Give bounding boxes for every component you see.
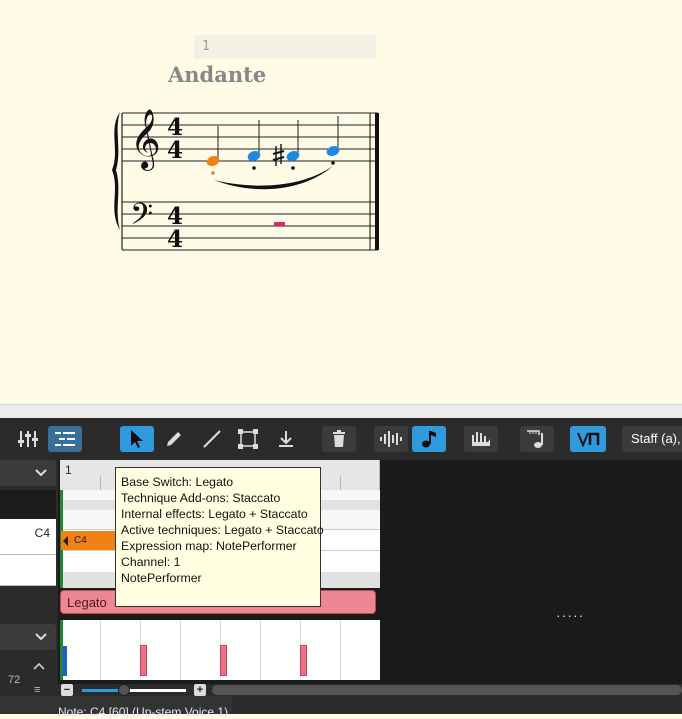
quantize-button[interactable]: [272, 426, 300, 452]
chevron-down-icon: [35, 633, 47, 641]
note-start-marker-icon: [63, 536, 68, 546]
zoom-bar: ≡ − +: [0, 684, 682, 696]
instrument-dropdown[interactable]: [0, 460, 56, 486]
chevron-down-icon: [35, 469, 47, 477]
bass-staff: [122, 201, 378, 251]
zoom-slider-thumb[interactable]: [117, 684, 130, 696]
note-length-button[interactable]: [520, 426, 554, 452]
bow-marking-icon: [577, 432, 600, 448]
grand-staff-brace: [112, 112, 120, 230]
piano-key[interactable]: [0, 490, 56, 521]
menu-icon[interactable]: ≡: [34, 684, 46, 696]
tooltip-channel: Channel: 1: [121, 555, 181, 569]
line-tool-button[interactable]: [198, 426, 226, 452]
staff-selector[interactable]: Staff (a),: [622, 426, 682, 452]
tooltip-technique-addons: Technique Add-ons: Staccato: [121, 491, 281, 505]
properties-panel-button[interactable]: [48, 426, 82, 452]
time-signature-bass: 44: [167, 203, 183, 253]
articulation-button[interactable]: [570, 426, 606, 452]
waveform-icon: [380, 431, 402, 447]
note-c4: [204, 126, 226, 175]
tooltip-internal-effects: Internal effects: Legato + Staccato: [121, 507, 308, 521]
keyboard-spacer: [0, 586, 56, 618]
midi-view-button[interactable]: [412, 426, 446, 452]
notation-system[interactable]: 𝄞 𝄢 44 44: [100, 90, 390, 260]
velocity-bar-selected[interactable]: [62, 646, 67, 676]
panel-splitter[interactable]: [0, 404, 682, 419]
audio-view-button[interactable]: [374, 426, 408, 452]
svg-text:4: 4: [167, 137, 183, 164]
velocity-bar[interactable]: [220, 645, 227, 676]
sliders-icon: [18, 431, 38, 447]
delete-button[interactable]: [322, 426, 356, 452]
tempo-marking[interactable]: Andante: [168, 62, 266, 87]
zoom-out-button[interactable]: −: [61, 684, 73, 696]
zoom-in-button[interactable]: +: [194, 684, 206, 696]
bounding-box-icon: [238, 429, 258, 449]
time-signature-treble: 44: [167, 114, 183, 164]
ruler-note-icon: [527, 430, 543, 448]
bass-clef-icon: 𝄢: [130, 198, 153, 239]
note-e4: [326, 116, 340, 165]
tooltip-base-switch: Base Switch: Legato: [121, 475, 234, 489]
piano-roll-toolbar: Staff (a),: [0, 418, 682, 460]
slur: [214, 166, 333, 190]
measure-number: 1: [202, 39, 210, 54]
measure-number-box: 1: [194, 35, 376, 59]
pointer-arrow-icon: [131, 430, 143, 448]
articulation-tooltip: Base Switch: Legato Technique Add-ons: S…: [115, 467, 324, 607]
tooltip-expression-map: Expression map: NotePerformer: [121, 539, 297, 553]
tooltip-device: NotePerformer: [121, 571, 202, 585]
velocity-bar[interactable]: [140, 645, 147, 676]
sharp-accidental-icon: [272, 144, 285, 166]
c4-key-label: C4: [34, 526, 50, 540]
download-arrow-icon: [279, 431, 293, 447]
list-icon: [55, 432, 75, 446]
score-view[interactable]: 1 Andante 𝄞 𝄢 44 4 4: [0, 0, 682, 404]
transform-tool-button[interactable]: [234, 426, 262, 452]
piano-key[interactable]: [0, 555, 56, 586]
final-barline: [375, 113, 379, 250]
pencil-icon: [167, 432, 181, 446]
articulation-label: Legato: [67, 595, 107, 610]
select-tool-button[interactable]: [120, 426, 154, 452]
note-d4: [247, 120, 261, 170]
horizontal-scrollbar[interactable]: [212, 685, 682, 695]
ruler-measure-number: 1: [65, 463, 72, 477]
svg-text:4: 4: [167, 226, 183, 253]
velocity-button[interactable]: [464, 426, 498, 452]
tooltip-active-techniques: Active techniques: Legato + Staccato: [121, 523, 324, 537]
note-label: C4: [74, 535, 87, 546]
piano-keyboard: C4: [0, 460, 58, 684]
status-bar: Note: C4 [60] (Up-stem Voice 1): [0, 696, 682, 719]
hand-waveform-icon: [472, 432, 490, 446]
treble-clef-icon: 𝄞: [130, 109, 161, 171]
chevron-up-icon[interactable]: [32, 661, 46, 671]
music-note-icon: [422, 431, 436, 448]
piano-key-c4[interactable]: C4: [0, 519, 56, 555]
status-text: Note: C4 [60] (Up-stem Voice 1): [58, 705, 229, 719]
draw-tool-button[interactable]: [160, 426, 188, 452]
more-indicator[interactable]: ·····: [556, 607, 584, 623]
velocity-dropdown[interactable]: [0, 624, 56, 650]
note-d-sharp-4: [286, 120, 300, 170]
midi-note-c4[interactable]: C4: [61, 531, 119, 550]
trash-icon: [333, 430, 345, 447]
line-icon: [203, 430, 221, 448]
mixer-button[interactable]: [14, 426, 42, 452]
whole-rest: [274, 222, 285, 226]
velocity-lane[interactable]: [60, 620, 380, 680]
velocity-bar[interactable]: [300, 645, 307, 676]
